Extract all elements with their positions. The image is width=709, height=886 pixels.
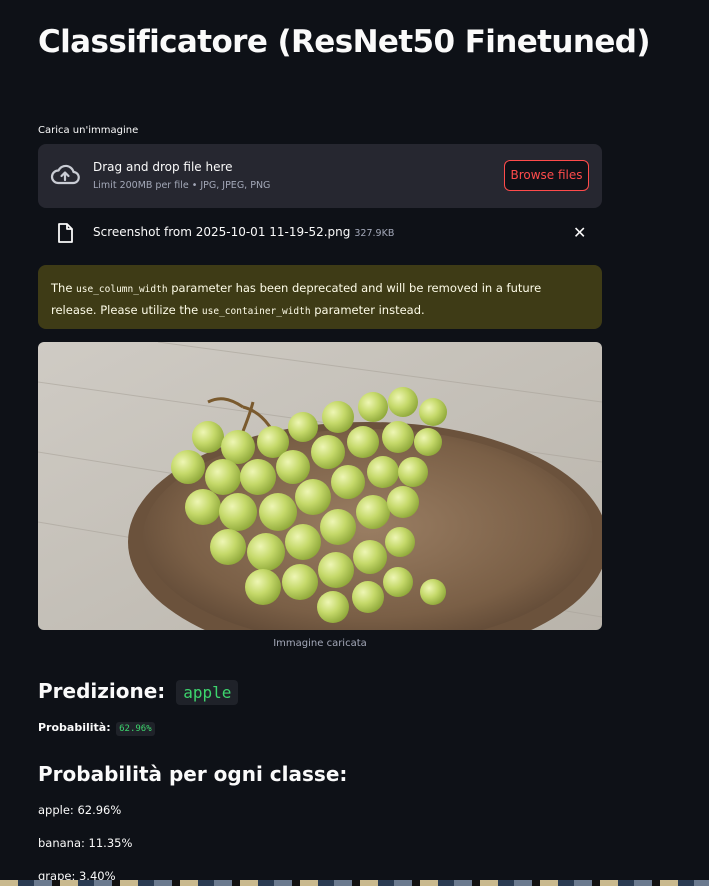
desktop-wallpaper-strip	[0, 880, 709, 886]
uploader-label: Carica un'immagine	[38, 125, 139, 136]
prediction-label: apple	[176, 680, 239, 705]
class-probabilities-heading: Probabilità per ogni classe:	[38, 762, 348, 786]
probability-label: Probabilità:	[38, 721, 111, 734]
probability-line: Probabilità: 62.96%	[38, 721, 155, 736]
uploaded-file-name: Screenshot from 2025-10-01 11-19-52.png	[93, 225, 351, 239]
uploaded-file-row: Screenshot from 2025-10-01 11-19-52.png 3…	[38, 218, 602, 248]
warning-code: use_column_width	[76, 284, 168, 295]
class-probability-item: banana: 11.35%	[38, 836, 133, 850]
file-dropzone[interactable]: Drag and drop file here Limit 200MB per …	[38, 144, 602, 208]
file-icon	[57, 223, 73, 247]
probability-value: 62.96%	[116, 722, 155, 736]
dropzone-limits: Limit 200MB per file • JPG, JPEG, PNG	[93, 180, 271, 191]
image-caption: Immagine caricata	[273, 638, 367, 649]
cloud-upload-icon	[50, 163, 80, 191]
page-title: Classificatore (ResNet50 Finetuned)	[38, 24, 651, 60]
class-probability-item: apple: 62.96%	[38, 803, 122, 817]
prediction-heading: Predizione: apple	[38, 679, 239, 705]
warning-code: use_container_width	[201, 306, 311, 317]
warning-text: parameter instead.	[310, 303, 425, 317]
prediction-heading-text: Predizione:	[38, 679, 166, 703]
deprecation-warning: The use_column_width parameter has been …	[38, 265, 602, 329]
uploaded-file-size: 327.9KB	[354, 228, 395, 239]
browse-files-button[interactable]: Browse files	[504, 160, 589, 191]
close-icon[interactable]: ✕	[573, 223, 586, 242]
dropzone-title: Drag and drop file here	[93, 160, 233, 174]
uploaded-image	[38, 342, 602, 630]
warning-text: The	[51, 281, 77, 295]
